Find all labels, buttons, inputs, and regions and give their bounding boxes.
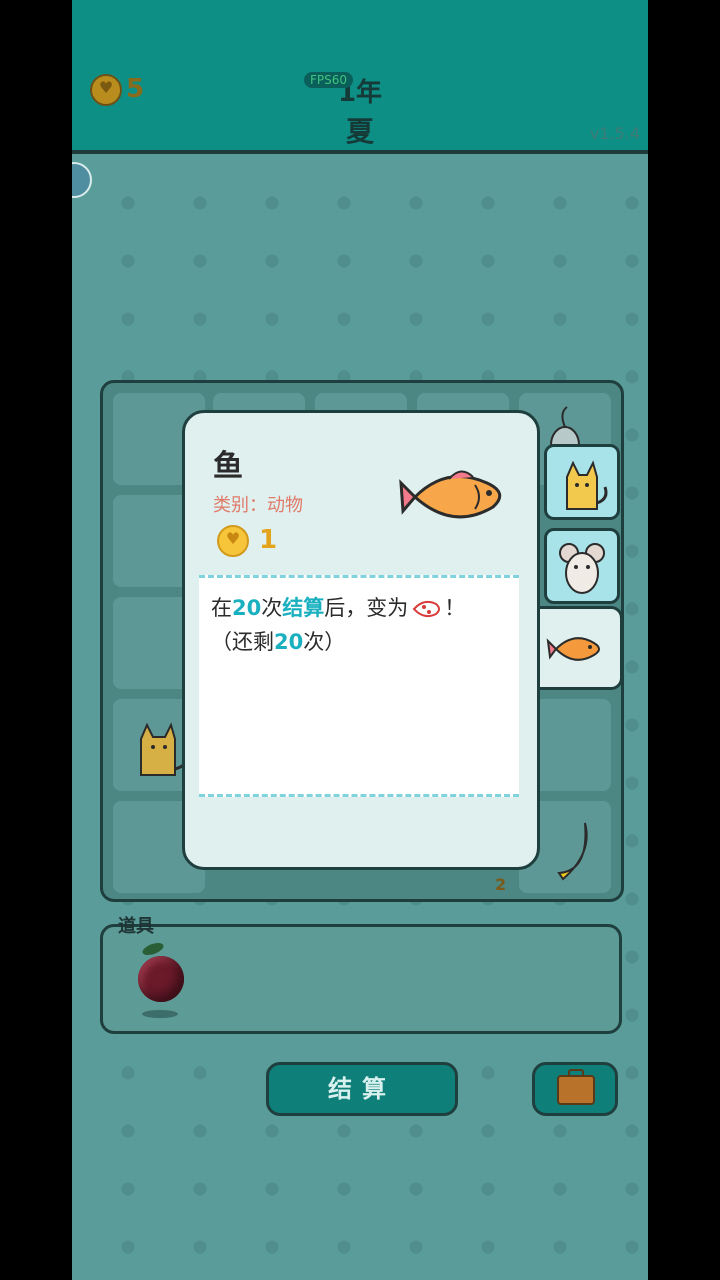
game-screen: 5 1年 FPS60 夏 v1.5.4: [72, 0, 648, 1280]
remain-count: 20: [274, 630, 304, 654]
fps-counter: FPS60: [304, 72, 354, 88]
desc-settle-keyword: 结算: [282, 596, 325, 620]
items-label: 道具: [118, 916, 154, 937]
item-name: 鱼: [213, 449, 243, 484]
bag-button[interactable]: [532, 1062, 618, 1116]
desc-text: 后，变为: [324, 596, 409, 620]
desc-text: 在: [211, 596, 232, 620]
lychee-shadow: [142, 1010, 178, 1018]
cat-icon: [566, 460, 608, 510]
fish-tab[interactable]: [534, 606, 623, 690]
cell-count-badge: 2: [495, 875, 507, 894]
briefcase-icon: [557, 1069, 595, 1105]
season-label: 夏: [345, 115, 374, 148]
settle-button[interactable]: 结算: [266, 1062, 458, 1116]
desc-text: 次: [261, 596, 283, 620]
cat-card[interactable]: [544, 444, 620, 520]
fish-icon: [546, 637, 600, 661]
coin-count: 5: [126, 74, 145, 104]
mouse-icon: [559, 543, 605, 594]
description-line-2: （还剩20次）: [211, 626, 345, 656]
mouse-card[interactable]: [544, 528, 620, 604]
coin-icon: [217, 525, 249, 557]
version-label: v1.5.4: [589, 124, 640, 143]
description-line-1: 在20次结算后，变为 ！: [211, 592, 465, 622]
coin-icon: [90, 74, 122, 106]
fish-icon: [399, 470, 502, 519]
remain-text: （还剩: [211, 630, 274, 654]
item-description: 在20次结算后，变为 ！ （还剩20次）: [199, 575, 519, 797]
item-coin-value: 1: [259, 525, 278, 555]
desc-count: 20: [232, 596, 262, 620]
remain-text: 次）: [303, 630, 346, 654]
lychee-icon[interactable]: [138, 956, 184, 1002]
koi-icon: [412, 600, 441, 618]
top-bar: 5 1年 FPS60 夏 v1.5.4: [72, 0, 648, 154]
item-category: 类别：动物: [213, 495, 303, 516]
desc-text: ！: [444, 596, 466, 620]
item-detail-popup: 鱼 类别：动物 1 在20次结算后，变为 ！ （还剩20次）: [182, 410, 540, 870]
